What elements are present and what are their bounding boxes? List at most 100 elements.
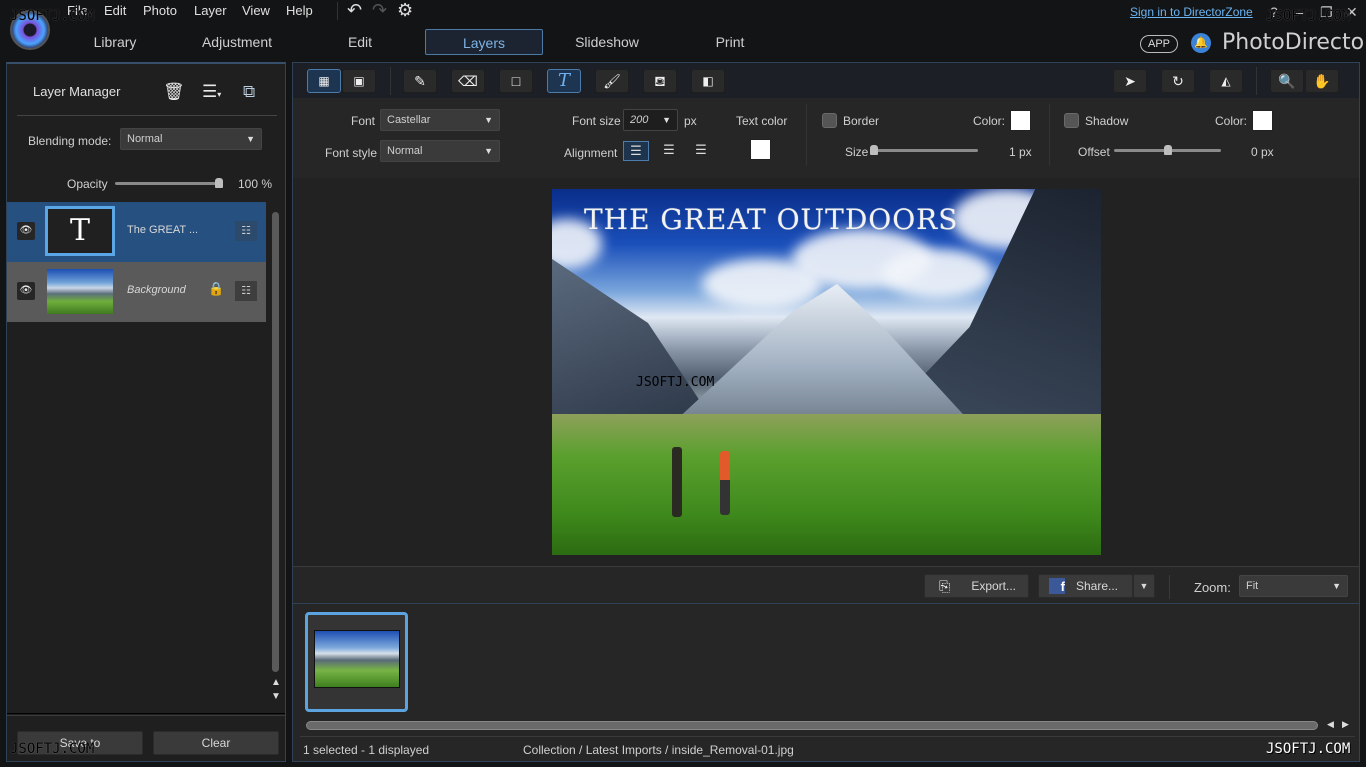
brush-tool-icon[interactable]: 🖌 [595,69,629,93]
blending-mode-select[interactable]: Normal ▼ [120,128,262,150]
filmstrip-scrollbar[interactable] [306,721,1318,730]
filmstrip [292,604,1360,762]
options-divider [806,104,807,166]
tab-library[interactable]: Library [70,29,160,55]
chevron-down-icon[interactable]: ▼ [662,110,671,130]
scrollbar-thumb[interactable] [272,212,279,672]
panel-divider [7,715,285,716]
select-arrow-tool-icon[interactable]: ➤ [1113,69,1147,93]
border-size-slider-thumb[interactable] [870,145,878,155]
opacity-slider[interactable] [115,182,219,185]
opacity-slider-thumb[interactable] [215,178,223,188]
layer-view-single-icon[interactable]: ▣ [342,69,376,93]
font-value: Castellar [387,114,431,126]
photodirector-window: File Edit Photo Layer View Help ↶ ↷ ⚙ Si… [0,0,1366,767]
font-style-label: Font style [325,146,378,160]
menu-photo[interactable]: Photo [143,3,177,18]
zoom-label: Zoom: [1194,580,1231,595]
watermark: JSOFTJ.COM [10,8,95,24]
align-center-icon[interactable]: ☰ [656,141,682,161]
menu-view[interactable]: View [242,3,270,18]
gradient-tool-icon[interactable]: ◧ [691,69,725,93]
font-select[interactable]: Castellar ▼ [380,109,500,131]
tab-edit[interactable]: Edit [320,29,400,55]
font-style-select[interactable]: Normal ▼ [380,140,500,162]
layer-view-grid-icon[interactable]: ▦ [307,69,341,93]
align-left-icon[interactable]: ☰ [623,141,649,161]
scroll-up-icon[interactable]: ▲ [271,677,281,688]
chevron-down-icon: ▼ [484,146,493,156]
flip-tool-icon[interactable]: ◭ [1209,69,1243,93]
font-style-value: Normal [387,145,423,157]
thumbnail-image [314,630,400,688]
hand-pan-tool-icon[interactable]: ✋ [1305,69,1339,93]
settings-gear-icon[interactable]: ⚙ [397,0,413,21]
clear-button[interactable]: Clear [153,731,279,755]
canvas-text-layer[interactable]: THE GREAT OUTDOORS [584,203,958,236]
rotate-tool-icon[interactable]: ↻ [1161,69,1195,93]
pencil-tool-icon[interactable]: ✎ [403,69,437,93]
align-right-icon[interactable]: ☰ [688,141,714,161]
layer-settings-sliders-icon[interactable]: ☷ [235,281,257,301]
tab-layers[interactable]: Layers [425,29,543,55]
opacity-label: Opacity [67,177,108,191]
tab-print[interactable]: Print [690,29,770,55]
photo-canvas[interactable]: THE GREAT OUTDOORS [552,189,1101,555]
chevron-down-icon: ▼ [1332,581,1341,591]
paint-bucket-tool-icon[interactable]: ⛾ [643,69,677,93]
redo-icon[interactable]: ↷ [372,0,387,21]
blending-mode-value: Normal [127,133,163,145]
layer-manager-title: Layer Manager [33,84,121,99]
border-checkbox[interactable] [822,113,837,128]
meadow [552,414,1101,555]
shadow-checkbox[interactable] [1064,113,1079,128]
undo-icon[interactable]: ↶ [347,0,362,21]
scroll-down-icon[interactable]: ▼ [271,691,281,702]
brand-title: PhotoDirector [1222,30,1366,55]
border-size-slider[interactable] [874,149,978,152]
tab-slideshow[interactable]: Slideshow [562,29,652,55]
add-layer-icon[interactable]: ⧉ [243,82,255,102]
font-label: Font [351,114,376,128]
zoom-select[interactable]: Fit ▼ [1239,575,1348,597]
font-size-label: Font size [572,114,621,128]
menu-edit[interactable]: Edit [104,3,126,18]
layer-row-background[interactable]: 👁 Background 🔒 ☷ [7,262,266,322]
shadow-color-swatch[interactable] [1252,110,1273,131]
scroll-left-icon[interactable]: ◀ [1327,719,1334,730]
visibility-eye-icon[interactable]: 👁 [17,282,35,300]
export-button[interactable]: ⎘ Export... [924,574,1029,598]
cloud [882,249,992,299]
canvas-watermark: JSOFTJ.COM [636,375,715,390]
delete-layer-trash-icon[interactable]: 🗑 [163,82,185,102]
text-color-swatch[interactable] [750,139,771,160]
share-dropdown-button[interactable]: ▼ [1133,574,1155,598]
text-tool-icon[interactable]: T [547,69,581,93]
zoom-magnifier-tool-icon[interactable]: 🔍 [1270,69,1304,93]
menu-layer[interactable]: Layer [194,3,227,18]
toolbar-divider [1256,67,1257,95]
layer-tools-toolbar: ▦ ▣ ✎ ⌫ □ T 🖌 ⛾ ◧ ➤ ↻ ◭ 🔍 ✋ [292,62,1360,98]
zoom-value: Fit [1246,580,1259,592]
notification-bell-icon[interactable]: 🔔 [1191,33,1211,53]
layer-menu-icon[interactable]: ☰▾ [202,82,221,102]
layer-row-text[interactable]: 👁 T The GREAT ... ☷ [7,202,266,262]
shadow-offset-slider-thumb[interactable] [1163,145,1172,155]
tab-adjustment[interactable]: Adjustment [187,29,287,55]
visibility-eye-icon[interactable]: 👁 [17,222,35,240]
font-size-input[interactable]: 200 ▼ [623,109,678,131]
layers-scrollbar[interactable] [272,212,279,672]
eraser-tool-icon[interactable]: ⌫ [451,69,485,93]
opacity-value: 100 % [238,177,273,191]
filmstrip-thumbnail[interactable] [305,612,408,712]
signin-directorzone-link[interactable]: Sign in to DirectorZone [1130,5,1253,19]
share-button[interactable]: f Share... [1038,574,1133,598]
border-color-swatch[interactable] [1010,110,1031,131]
scroll-right-icon[interactable]: ▶ [1342,719,1349,730]
rectangle-tool-icon[interactable]: □ [499,69,533,93]
shadow-color-label: Color: [1215,114,1248,128]
lock-icon[interactable]: 🔒 [208,281,224,297]
app-badge-button[interactable]: APP [1140,35,1178,53]
menu-help[interactable]: Help [286,3,313,18]
layer-settings-sliders-icon[interactable]: ☷ [235,221,257,241]
